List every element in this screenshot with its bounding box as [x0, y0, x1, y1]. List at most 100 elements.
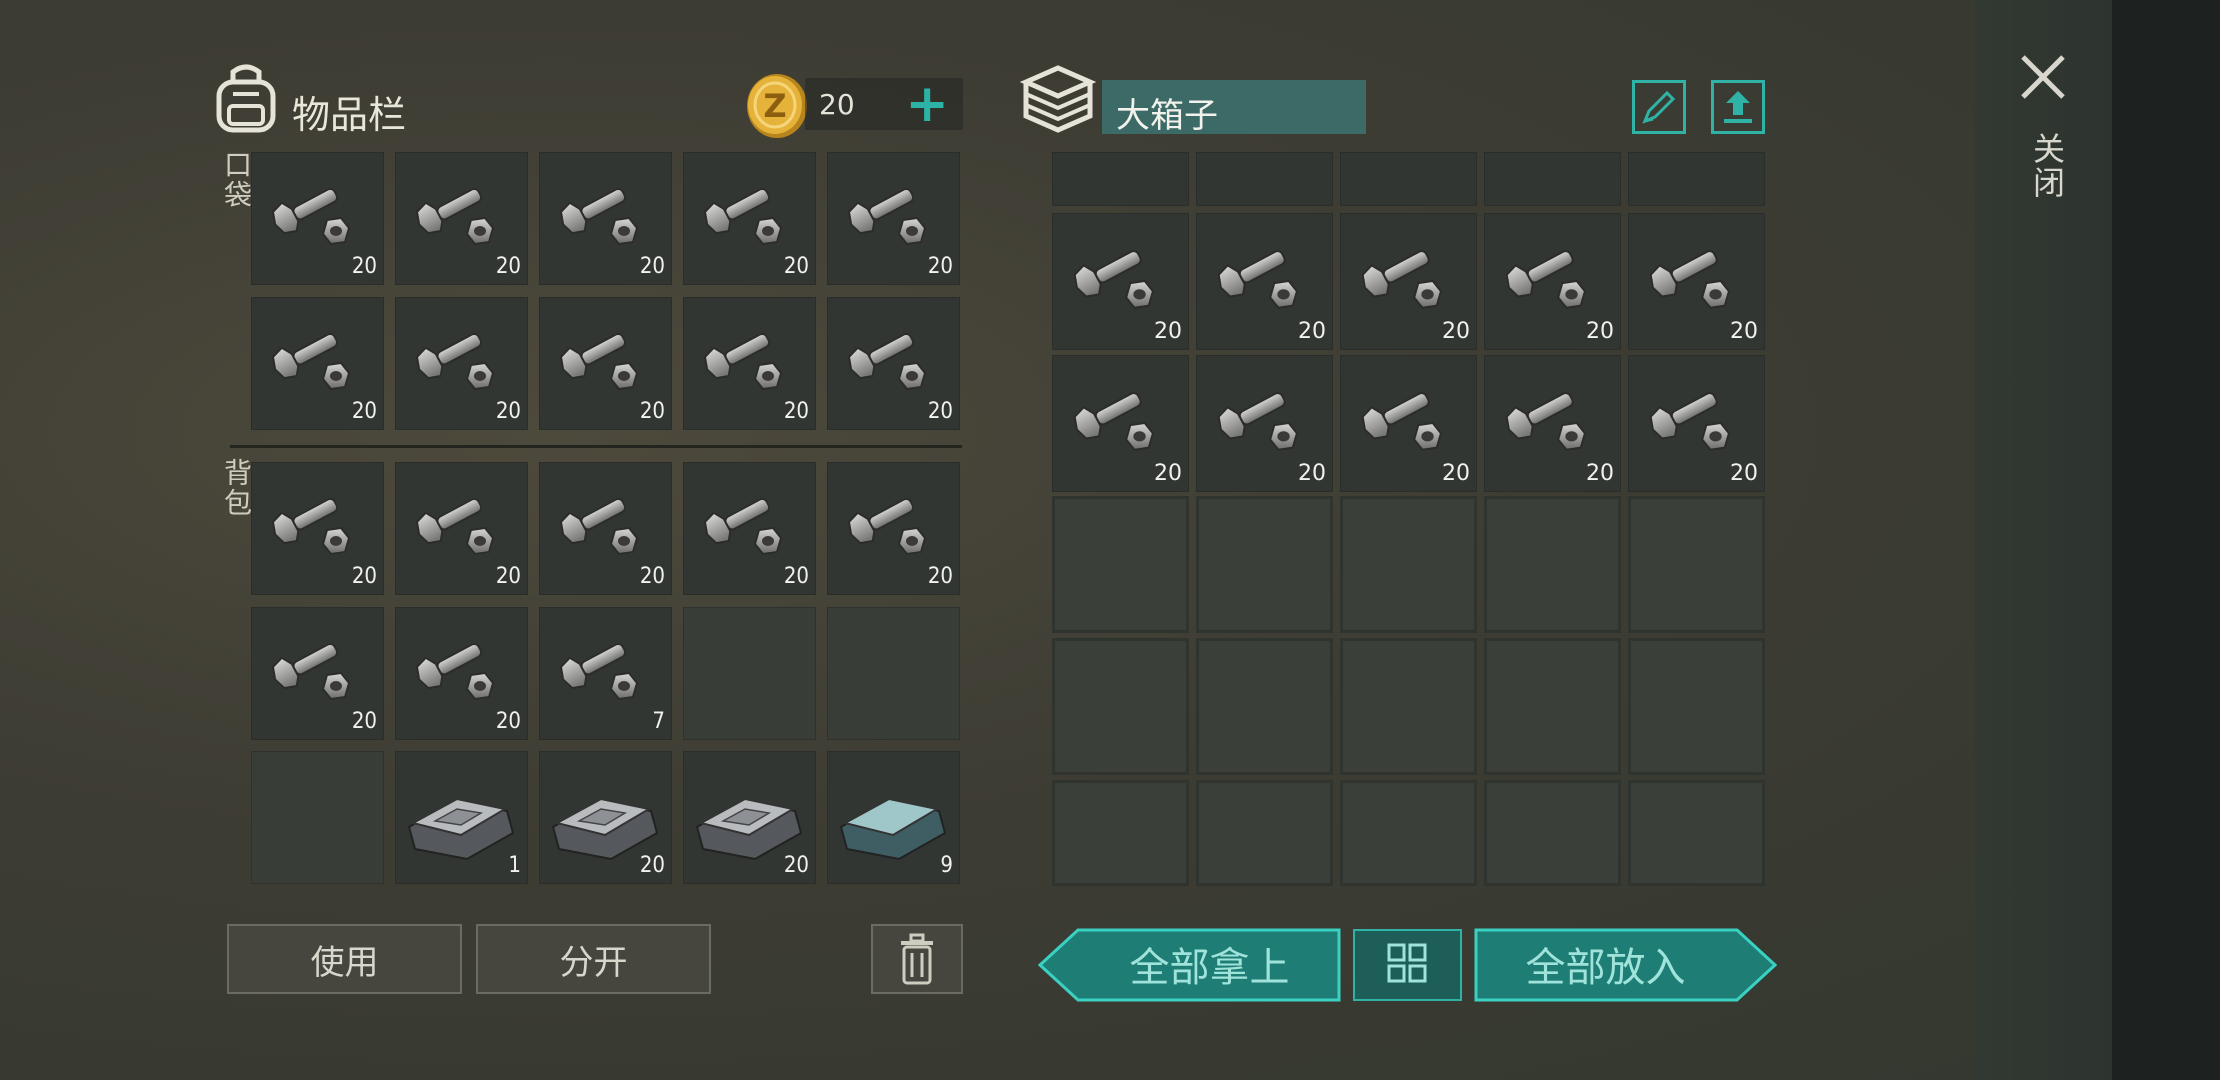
backpack-slot[interactable]: 9	[827, 751, 960, 884]
storage-slot[interactable]: 20	[1484, 213, 1621, 350]
storage-slot[interactable]: 20	[1484, 355, 1621, 492]
backpack-slot[interactable]	[827, 607, 960, 740]
item-count: 20	[1298, 319, 1326, 344]
item-count: 20	[1730, 461, 1758, 486]
storage-slot[interactable]	[1484, 152, 1621, 206]
storage-slot[interactable]	[1052, 496, 1189, 633]
close-label[interactable]: 关闭	[2024, 132, 2070, 200]
inventory-title: 物品栏	[292, 93, 407, 137]
backpack-slot[interactable]: 7	[539, 607, 672, 740]
backpack-slot[interactable]: 20	[395, 462, 528, 595]
sort-button[interactable]	[1353, 929, 1462, 1001]
pocket-slot[interactable]: 20	[827, 297, 960, 430]
rename-button[interactable]	[1632, 80, 1686, 134]
storage-slot[interactable]	[1340, 496, 1477, 633]
backpack-slot[interactable]	[251, 751, 384, 884]
use-button[interactable]: 使用	[227, 924, 462, 994]
backpack-slot[interactable]: 20	[683, 751, 816, 884]
coin-count: 20	[819, 88, 855, 121]
storage-name: 大箱子	[1116, 96, 1218, 136]
item-count: 20	[639, 254, 665, 279]
put-all-button[interactable]: 全部放入	[1474, 928, 1777, 1002]
backpack-slot[interactable]: 20	[539, 462, 672, 595]
coin-counter: 20 +	[805, 74, 963, 134]
item-count: 1	[508, 853, 521, 878]
storage-slot[interactable]	[1484, 496, 1621, 633]
backpack-slot[interactable]: 20	[251, 462, 384, 595]
storage-slot[interactable]: 20	[1196, 213, 1333, 350]
storage-slot[interactable]: 20	[1052, 213, 1189, 350]
storage-slot[interactable]: 20	[1628, 213, 1765, 350]
storage-slot[interactable]	[1052, 638, 1189, 775]
item-count: 7	[652, 709, 665, 734]
backpack-slot[interactable]: 20	[251, 607, 384, 740]
pocket-slot[interactable]: 20	[827, 152, 960, 285]
storage-slot[interactable]	[1196, 780, 1333, 886]
pocket-slot[interactable]: 20	[395, 152, 528, 285]
backpack-icon	[213, 62, 279, 138]
pocket-label: 口袋	[220, 150, 253, 210]
item-count: 20	[927, 399, 953, 424]
storage-slot[interactable]	[1196, 638, 1333, 775]
storage-slot[interactable]: 20	[1052, 355, 1189, 492]
storage-slot[interactable]	[1052, 780, 1189, 886]
item-count: 20	[927, 254, 953, 279]
item-count: 20	[351, 564, 377, 589]
pocket-slot[interactable]: 20	[539, 297, 672, 430]
storage-slot[interactable]	[1628, 780, 1765, 886]
item-count: 20	[783, 399, 809, 424]
backpack-slot[interactable]: 20	[827, 462, 960, 595]
add-coins-button[interactable]: +	[905, 74, 949, 134]
trash-button[interactable]	[871, 924, 963, 994]
storage-slot[interactable]: 20	[1628, 355, 1765, 492]
item-count: 20	[783, 254, 809, 279]
storage-slot[interactable]	[1340, 152, 1477, 206]
item-count: 20	[639, 564, 665, 589]
item-count: 20	[495, 564, 521, 589]
upload-icon	[1724, 91, 1752, 123]
split-button[interactable]: 分开	[476, 924, 711, 994]
coin-icon[interactable]: Z	[745, 72, 809, 144]
svg-text:Z: Z	[763, 87, 786, 125]
item-count: 20	[495, 399, 521, 424]
item-count: 20	[1442, 319, 1470, 344]
item-count: 20	[495, 254, 521, 279]
item-count: 20	[1442, 461, 1470, 486]
storage-slot[interactable]	[1628, 638, 1765, 775]
upload-button[interactable]	[1711, 80, 1765, 134]
grid-icon	[1387, 943, 1427, 983]
storage-name-field[interactable]: 大箱子	[1102, 80, 1366, 136]
storage-slot[interactable]: 20	[1340, 213, 1477, 350]
storage-slot[interactable]	[1052, 152, 1189, 206]
storage-slot[interactable]: 20	[1196, 355, 1333, 492]
pocket-slot[interactable]: 20	[395, 297, 528, 430]
storage-slot[interactable]: 20	[1340, 355, 1477, 492]
storage-slot[interactable]	[1484, 780, 1621, 886]
pocket-slot[interactable]: 20	[539, 152, 672, 285]
backpack-slot[interactable]: 20	[683, 462, 816, 595]
backpack-slot[interactable]: 20	[539, 751, 672, 884]
backpack-slot[interactable]	[683, 607, 816, 740]
storage-slot[interactable]	[1196, 496, 1333, 633]
item-count: 20	[783, 564, 809, 589]
item-count: 20	[1730, 319, 1758, 344]
item-count: 20	[1154, 461, 1182, 486]
backpack-slot[interactable]: 20	[395, 607, 528, 740]
take-all-label: 全部拿上	[1129, 945, 1290, 991]
storage-slot[interactable]	[1340, 780, 1477, 886]
storage-slot[interactable]	[1484, 638, 1621, 775]
pocket-slot[interactable]: 20	[251, 152, 384, 285]
crate-icon	[1019, 62, 1097, 140]
storage-slot[interactable]	[1340, 638, 1477, 775]
pocket-slot[interactable]: 20	[683, 152, 816, 285]
pocket-slot[interactable]: 20	[251, 297, 384, 430]
pocket-slot[interactable]: 20	[683, 297, 816, 430]
storage-slot[interactable]	[1628, 496, 1765, 633]
item-count: 20	[1298, 461, 1326, 486]
backpack-slot[interactable]: 1	[395, 751, 528, 884]
storage-slot[interactable]	[1196, 152, 1333, 206]
item-count: 20	[1586, 319, 1614, 344]
close-button[interactable]	[2018, 52, 2068, 106]
take-all-button[interactable]: 全部拿上	[1038, 928, 1341, 1002]
storage-slot[interactable]	[1628, 152, 1765, 206]
